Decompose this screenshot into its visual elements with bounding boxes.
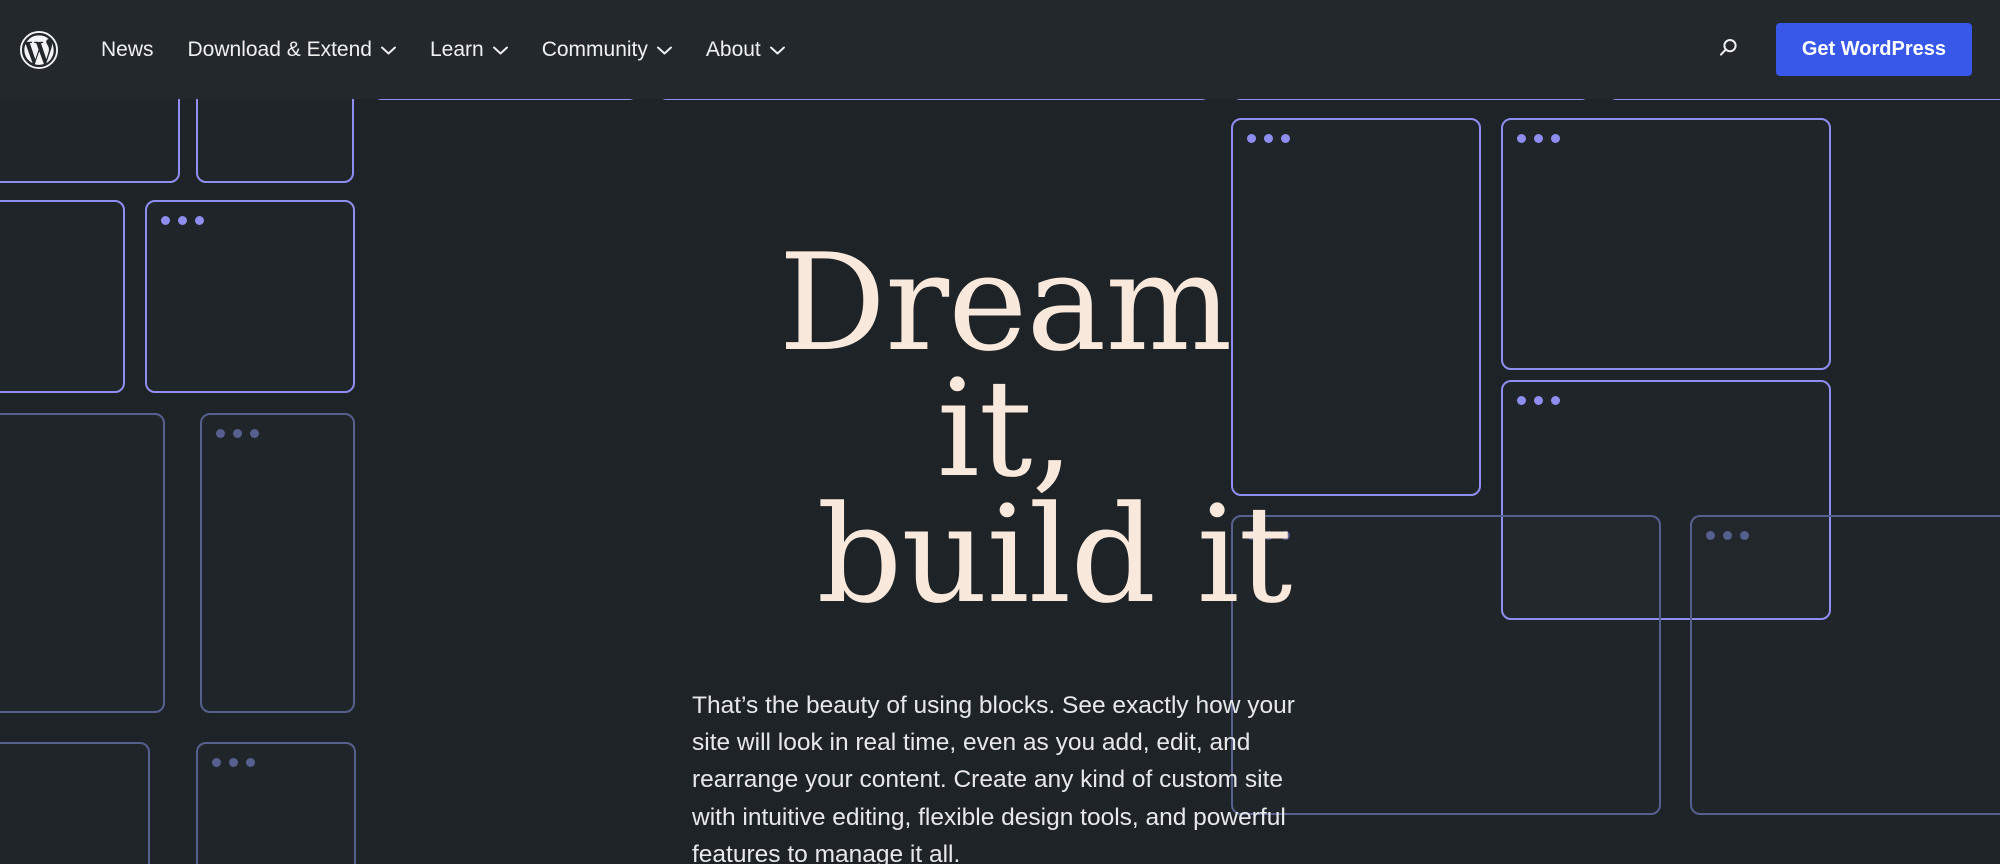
nav-item-download-extend[interactable]: Download & Extend — [171, 29, 413, 70]
nav-item-label: Download & Extend — [187, 37, 372, 61]
hero-paragraph: That’s the beauty of using blocks. See e… — [692, 691, 1295, 864]
chevron-down-icon — [769, 46, 785, 55]
hero-heading: Dream it, build it — [680, 225, 1320, 633]
nav-item-label: News — [101, 37, 154, 61]
chevron-down-icon — [492, 46, 508, 55]
nav-item-about[interactable]: About — [689, 29, 802, 70]
nav-item-label: Community — [541, 37, 648, 61]
nav-item-news[interactable]: News — [84, 29, 171, 70]
nav-item-community[interactable]: Community — [525, 29, 689, 70]
chevron-down-icon — [381, 46, 396, 55]
nav-item-label: Learn — [429, 37, 484, 61]
page-root: News Download & Extend Learn Community A… — [0, 0, 2000, 864]
search-icon — [1716, 36, 1740, 63]
search-button[interactable] — [1706, 28, 1750, 72]
nav-item-label: About — [705, 37, 761, 61]
get-wordpress-button[interactable]: Get WordPress — [1775, 23, 1972, 76]
chevron-down-icon — [656, 46, 672, 55]
wordpress-logo-link[interactable] — [6, 30, 72, 69]
wordpress-logo-icon — [20, 30, 58, 69]
primary-navigation: News Download & Extend Learn Community A… — [84, 29, 802, 70]
header-actions: Get WordPress — [1706, 23, 1972, 76]
hero-heading-line-1: Dream it, — [778, 225, 1233, 507]
hero-section: Dream it, build it That’s the beauty of … — [0, 99, 2000, 864]
nav-item-learn[interactable]: Learn — [413, 29, 525, 70]
hero-heading-line-2: build it — [816, 476, 1293, 633]
hero-content: Dream it, build it That’s the beauty of … — [680, 99, 1320, 864]
site-header: News Download & Extend Learn Community A… — [0, 0, 2000, 99]
